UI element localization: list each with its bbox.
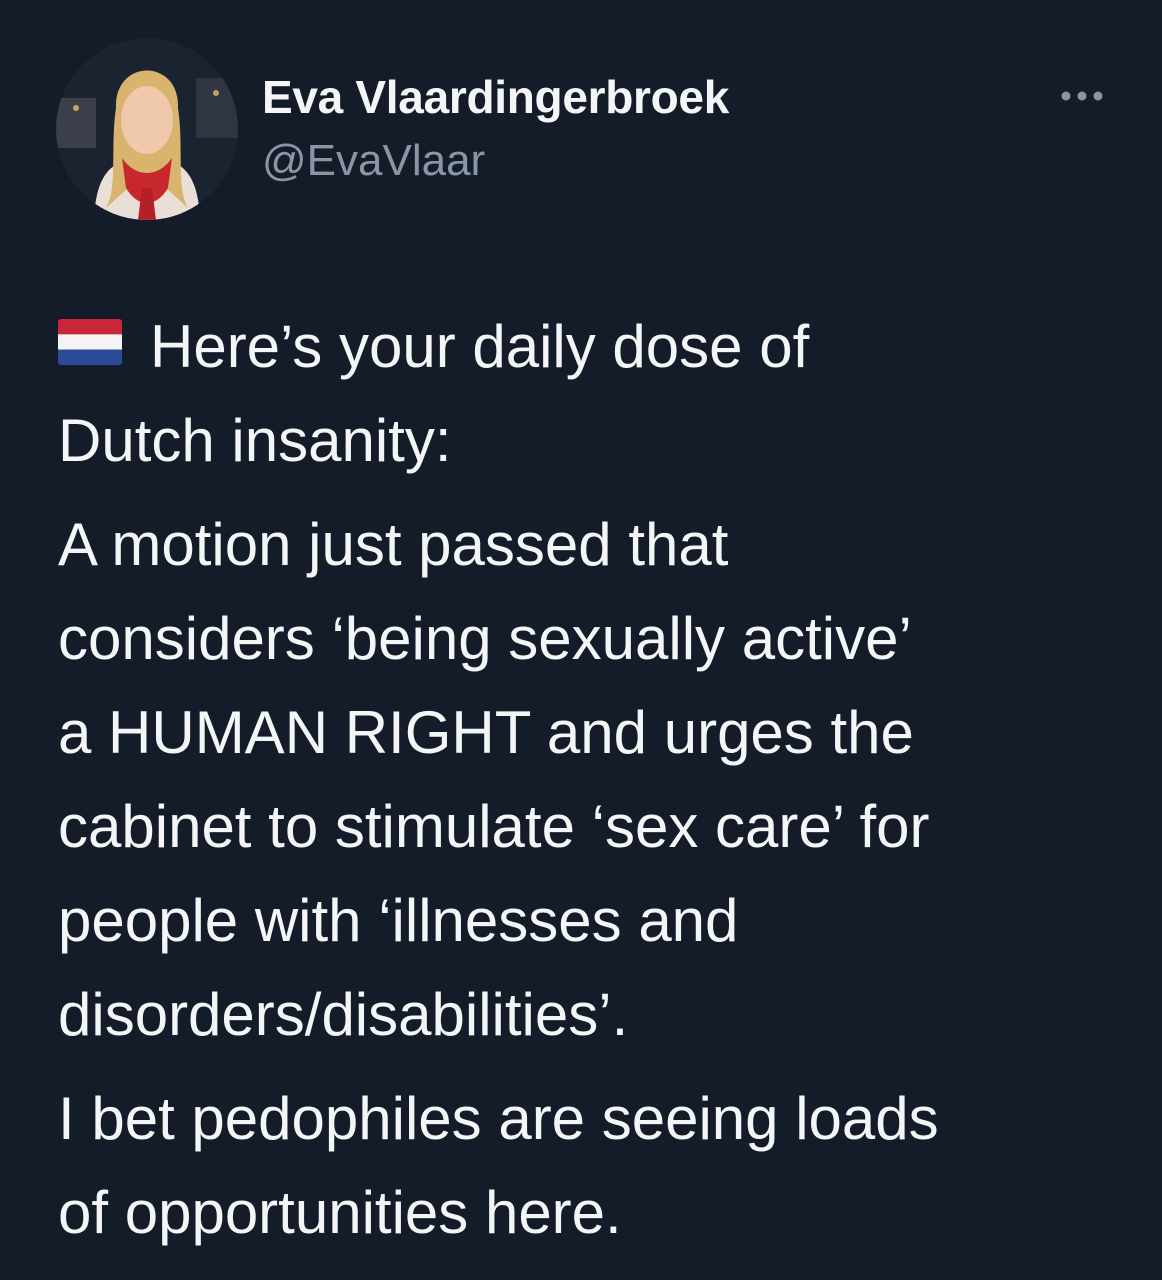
tweet-line: A motion just passed that bbox=[58, 511, 729, 578]
author-handle[interactable]: @EvaVlaar bbox=[262, 136, 485, 186]
tweet-line: Dutch insanity: bbox=[58, 407, 452, 474]
tweet-card: Eva Vlaardingerbroek @EvaVlaar Here’s yo… bbox=[0, 0, 1162, 1280]
tweet-line: cabinet to stimulate ‘sex care’ for bbox=[58, 793, 930, 860]
netherlands-flag-icon bbox=[58, 319, 122, 365]
tweet-paragraph: I bet pedophiles are seeing loads of opp… bbox=[58, 1072, 1138, 1260]
tweet-paragraph: A motion just passed that considers ‘bei… bbox=[58, 498, 1138, 1062]
tweet-line: disorders/disabilities’. bbox=[58, 981, 629, 1048]
tweet-paragraph: Here’s your daily dose of Dutch insanity… bbox=[58, 300, 1138, 488]
tweet-line-text: Here’s your daily dose of bbox=[150, 313, 810, 380]
tweet-line: considers ‘being sexually active’ bbox=[58, 605, 912, 672]
avatar-image bbox=[56, 38, 238, 220]
author-avatar[interactable] bbox=[56, 38, 238, 220]
tweet-line: people with ‘illnesses and bbox=[58, 887, 739, 954]
tweet-line: a HUMAN RIGHT and urges the bbox=[58, 699, 914, 766]
tweet-text: Here’s your daily dose of Dutch insanity… bbox=[58, 300, 1138, 1270]
tweet-line: I bet pedophiles are seeing loads bbox=[58, 1085, 939, 1152]
tweet-line: Here’s your daily dose of bbox=[58, 300, 1138, 394]
tweet-line: of opportunities here. bbox=[58, 1179, 622, 1246]
more-options-icon[interactable] bbox=[1058, 86, 1106, 106]
author-name[interactable]: Eva Vlaardingerbroek bbox=[262, 70, 729, 124]
